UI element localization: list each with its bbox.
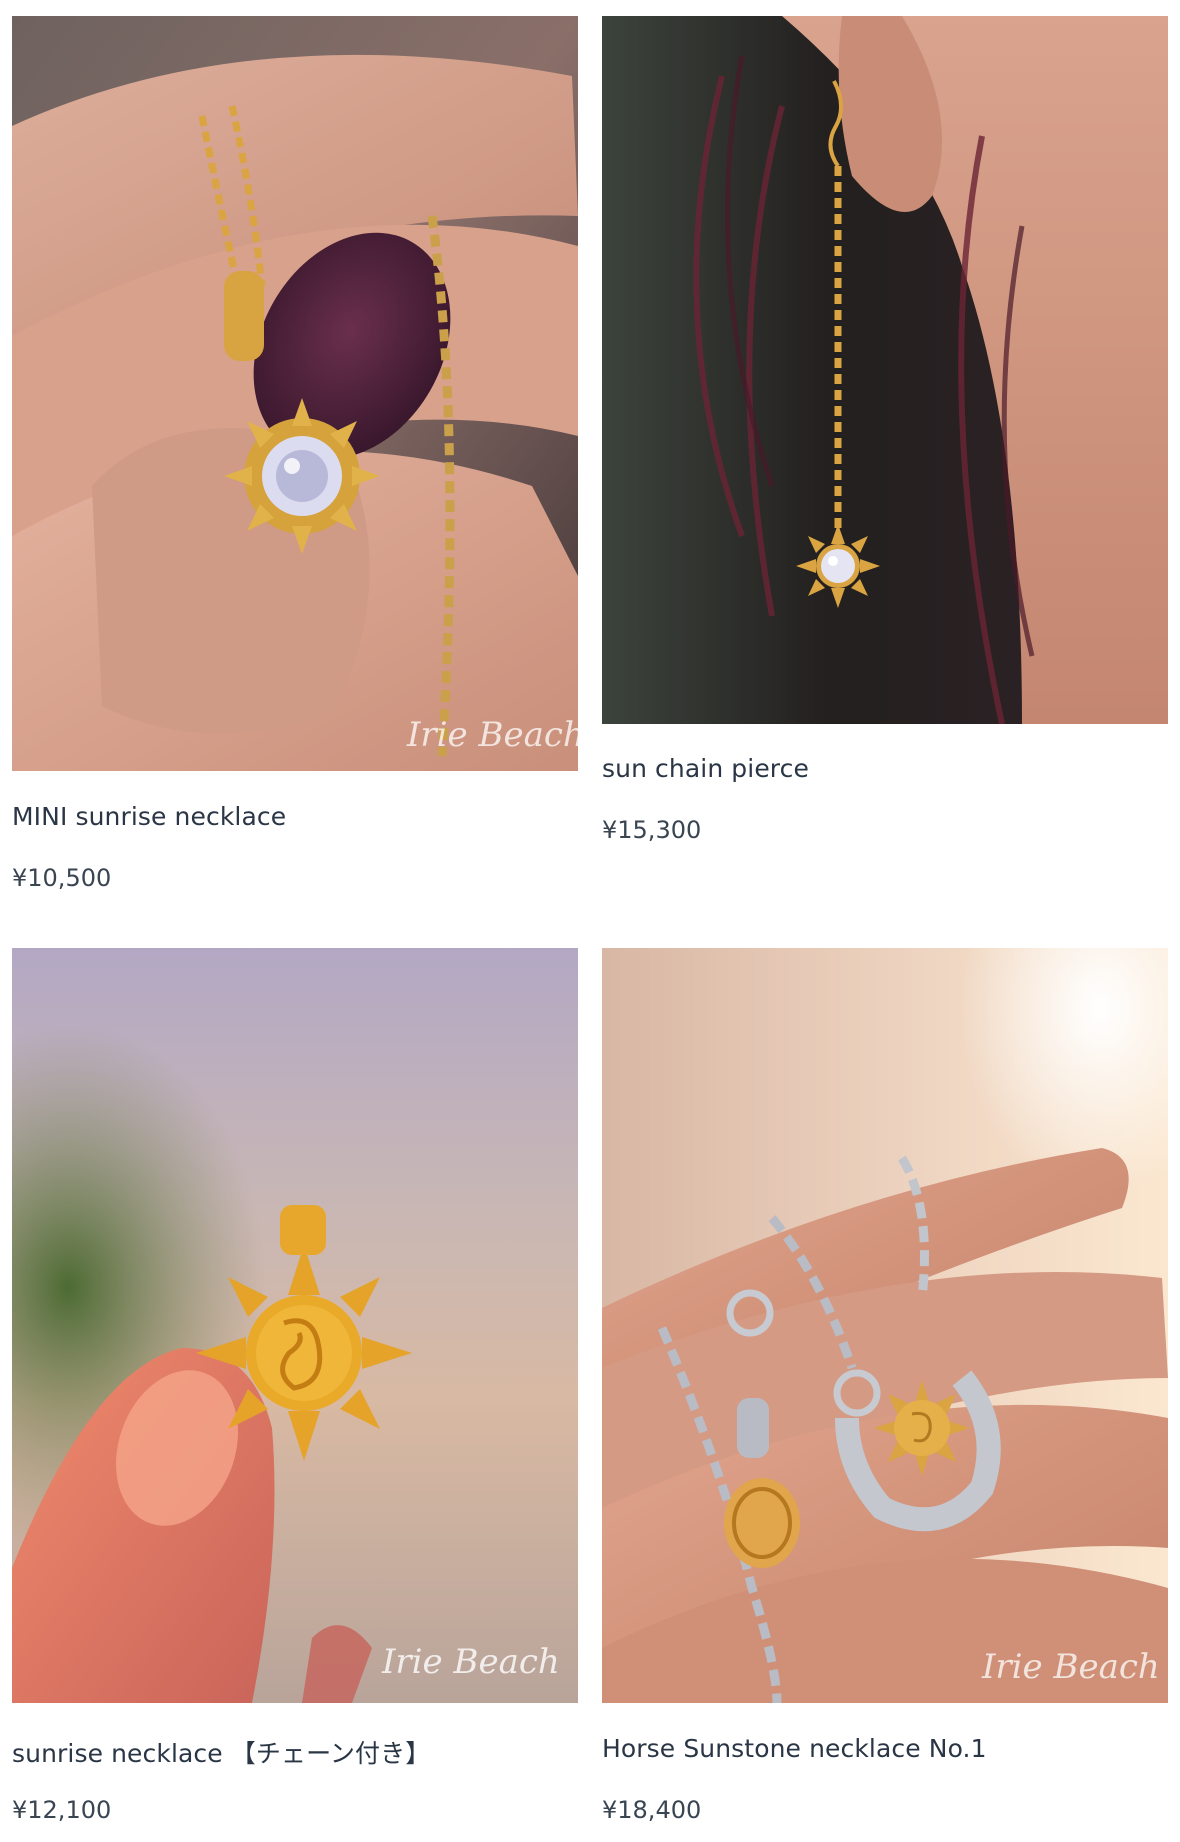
watermark-text: Irie Beach [406,715,578,755]
product-card-sunrise-necklace[interactable]: Irie Beach sunrise necklace 【チェーン付き】 ¥12… [12,948,578,1828]
product-name[interactable]: sun chain pierce [602,754,809,783]
necklace-photo-icon[interactable]: Irie Beach [12,16,578,771]
product-card-mini-sunrise-necklace[interactable]: Irie Beach MINI sunrise necklace ¥10,500 [12,16,578,896]
product-price: ¥10,500 [12,864,112,892]
watermark-text: Irie Beach [381,1642,560,1682]
watermark-text: Irie Beach [981,1647,1160,1687]
horseshoe-necklace-photo-icon[interactable]: Irie Beach [602,948,1168,1703]
sun-pendant-photo-icon[interactable]: Irie Beach [12,948,578,1703]
product-card-sun-chain-pierce[interactable]: sun chain pierce ¥15,300 [602,16,1168,846]
product-name[interactable]: Horse Sunstone necklace No.1 [602,1734,987,1763]
product-name[interactable]: sunrise necklace 【チェーン付き】 [12,1734,430,1770]
earring-photo-icon[interactable] [602,16,1168,724]
product-name[interactable]: MINI sunrise necklace [12,802,286,831]
product-price: ¥15,300 [602,816,702,844]
product-price: ¥12,100 [12,1796,112,1824]
product-card-horse-sunstone-necklace[interactable]: Irie Beach Horse Sunstone necklace No.1 … [602,948,1168,1828]
product-price: ¥18,400 [602,1796,702,1824]
